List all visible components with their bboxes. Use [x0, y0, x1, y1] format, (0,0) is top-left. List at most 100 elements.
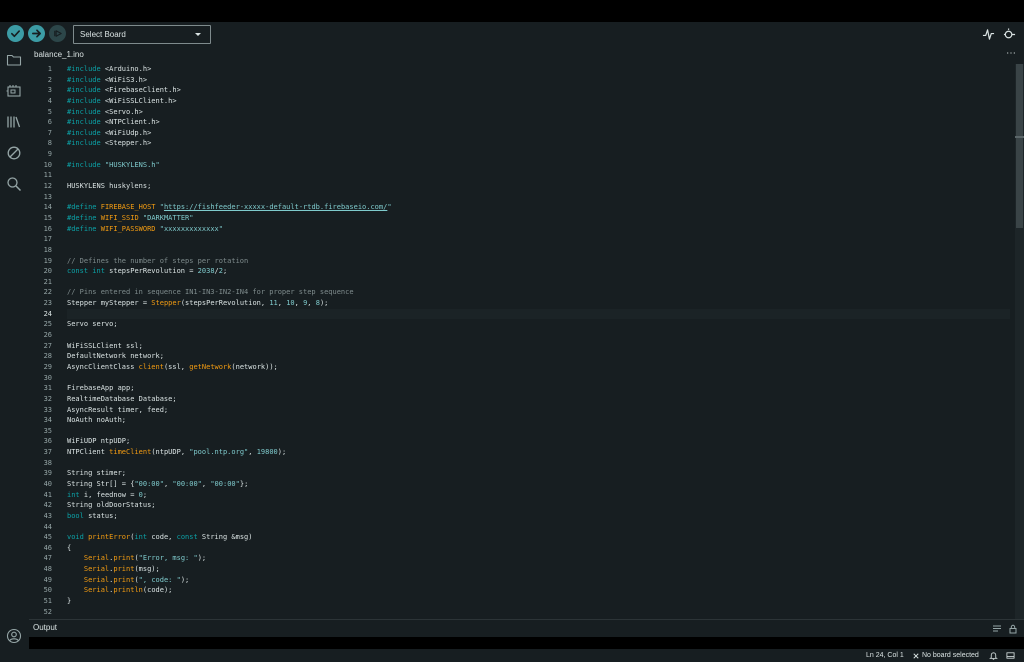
- code-line[interactable]: [67, 234, 1010, 245]
- line-number: 33: [43, 405, 52, 414]
- verify-button[interactable]: [7, 25, 24, 42]
- code-token: String Str[] = {: [67, 479, 135, 488]
- sidebar-item-search[interactable]: [5, 175, 23, 193]
- board-select-label: Select Board: [80, 30, 126, 39]
- cursor-position[interactable]: Ln 24, Col 1: [866, 652, 904, 659]
- code-line[interactable]: // Pins entered in sequence IN1-IN3-IN2-…: [67, 287, 1010, 298]
- arrow-right-icon: [32, 29, 41, 38]
- scrollbar-thumb[interactable]: [1016, 64, 1023, 228]
- output-panel-header: Output: [29, 619, 1024, 637]
- code-line[interactable]: {: [67, 543, 1010, 554]
- code-line[interactable]: const int stepsPerRevolution = 2038/2;: [67, 266, 1010, 277]
- code-line[interactable]: [67, 373, 1010, 384]
- sidebar-profile[interactable]: [5, 627, 23, 645]
- editor-scrollbar[interactable]: [1015, 64, 1024, 619]
- code-line[interactable]: Servo servo;: [67, 319, 1010, 330]
- code-token: "00:00": [210, 479, 240, 488]
- code-line[interactable]: int i, feednow = 0;: [67, 490, 1010, 501]
- code-token: "HUSKYLENS.h": [104, 160, 160, 169]
- code-line[interactable]: // Defines the number of steps per rotat…: [67, 256, 1010, 267]
- code-line[interactable]: String Str[] = {"00:00", "00:00", "00:00…: [67, 479, 1010, 490]
- line-number: 11: [43, 171, 52, 180]
- serial-plotter-icon: [982, 28, 994, 40]
- code-area[interactable]: #include <Arduino.h> #include <WiFiS3.h> #…: [67, 64, 1010, 619]
- code-line[interactable]: #include <WiFiS3.h>: [67, 75, 1010, 86]
- code-line[interactable]: [67, 245, 1010, 256]
- code-line[interactable]: HUSKYLENS huskylens;: [67, 181, 1010, 192]
- code-line[interactable]: DefaultNetwork network;: [67, 351, 1010, 362]
- code-token: ;: [142, 490, 148, 499]
- debug-button[interactable]: [49, 25, 66, 42]
- toolbar: Select Board: [0, 22, 1024, 46]
- board-select[interactable]: Select Board: [73, 25, 211, 44]
- code-line[interactable]: WiFiUDP ntpUDP;: [67, 436, 1010, 447]
- upload-button[interactable]: [28, 25, 45, 42]
- code-line[interactable]: [67, 522, 1010, 533]
- code-editor[interactable]: 1 2 3 4 5 6 7 8 9 10 11 12 13 14 15 16 17 18 19 20 21 22 23 24 2…: [29, 64, 1024, 619]
- more-icon[interactable]: ⋯: [1006, 48, 1017, 59]
- code-line[interactable]: [67, 426, 1010, 437]
- code-line[interactable]: bool status;: [67, 511, 1010, 522]
- code-line[interactable]: String stimer;: [67, 468, 1010, 479]
- code-line[interactable]: NTPClient timeClient(ntpUDP, "pool.ntp.o…: [67, 447, 1010, 458]
- code-line[interactable]: #define WIFI_PASSWORD "xxxxxxxxxxxxx": [67, 224, 1010, 235]
- code-line[interactable]: WiFiSSLClient ssl;: [67, 341, 1010, 352]
- line-number: 39: [43, 469, 52, 478]
- code-token: #include: [67, 160, 101, 169]
- code-line[interactable]: NoAuth noAuth;: [67, 415, 1010, 426]
- serial-plotter-button[interactable]: [980, 26, 996, 42]
- code-line[interactable]: void printError(int code, const String &…: [67, 532, 1010, 543]
- line-number: 17: [43, 235, 52, 244]
- code-line[interactable]: AsyncResult timer, feed;: [67, 405, 1010, 416]
- code-line[interactable]: [67, 170, 1010, 181]
- code-line[interactable]: #include <WiFiUdp.h>: [67, 128, 1010, 139]
- code-line[interactable]: [67, 149, 1010, 160]
- code-line[interactable]: [67, 330, 1010, 341]
- code-line[interactable]: #include "HUSKYLENS.h": [67, 160, 1010, 171]
- code-token: WiFiUDP ntpUDP;: [67, 437, 131, 446]
- code-token: "00:00": [134, 479, 164, 488]
- code-line[interactable]: Serial.print(", code: ");: [67, 575, 1010, 586]
- library-icon: [7, 116, 21, 128]
- serial-monitor-button[interactable]: [1001, 26, 1017, 42]
- code-line[interactable]: #define FIREBASE_HOST "https://fishfeede…: [67, 202, 1010, 213]
- code-line[interactable]: [67, 458, 1010, 469]
- code-line[interactable]: [67, 607, 1010, 618]
- code-token: printError: [88, 533, 131, 542]
- sidebar-item-debug[interactable]: [5, 144, 23, 162]
- code-token: #define: [67, 224, 97, 233]
- code-token: (code);: [142, 586, 173, 595]
- code-token: int: [67, 490, 80, 499]
- code-line[interactable]: Serial.println(code);: [67, 585, 1010, 596]
- toggle-panel-button[interactable]: [1006, 651, 1015, 660]
- code-line[interactable]: Serial.print("Error, msg: ");: [67, 553, 1010, 564]
- code-line[interactable]: Stepper myStepper = Stepper(stepsPerRevo…: [67, 298, 1010, 309]
- line-number: 28: [43, 352, 52, 361]
- code-line[interactable]: RealtimeDatabase Database;: [67, 394, 1010, 405]
- lock-scroll-button[interactable]: [1007, 623, 1019, 635]
- code-line[interactable]: #include <Arduino.h>: [67, 64, 1010, 75]
- code-line[interactable]: #include <Servo.h>: [67, 107, 1010, 118]
- code-line[interactable]: #include <NTPClient.h>: [67, 117, 1010, 128]
- sidebar-item-sketchbook[interactable]: [5, 51, 23, 69]
- sidebar-item-boards-manager[interactable]: [5, 82, 23, 100]
- code-line[interactable]: AsyncClientClass client(ssl, getNetwork(…: [67, 362, 1010, 373]
- line-number: 6: [47, 118, 52, 127]
- code-line[interactable]: #include <WiFiSSLClient.h>: [67, 96, 1010, 107]
- board-status[interactable]: No board selected: [913, 652, 979, 659]
- code-line[interactable]: [67, 192, 1010, 203]
- code-line[interactable]: }: [67, 596, 1010, 607]
- notifications-button[interactable]: [989, 651, 998, 660]
- sidebar-item-library-manager[interactable]: [5, 113, 23, 131]
- code-line[interactable]: Serial.print(msg);: [67, 564, 1010, 575]
- code-line[interactable]: #include <Stepper.h>: [67, 138, 1010, 149]
- tab-balance-1-ino[interactable]: balance_1.ino: [29, 46, 89, 64]
- code-line[interactable]: #include <FirebaseClient.h>: [67, 85, 1010, 96]
- code-line[interactable]: [67, 277, 1010, 288]
- code-line[interactable]: #define WIFI_SSID "DARKMATTER": [67, 213, 1010, 224]
- code-line[interactable]: FirebaseApp app;: [67, 383, 1010, 394]
- code-line[interactable]: [67, 308, 1010, 320]
- code-line[interactable]: String oldDoorStatus;: [67, 500, 1010, 511]
- code-token: <FirebaseClient.h>: [100, 86, 181, 95]
- clear-output-button[interactable]: [991, 623, 1003, 635]
